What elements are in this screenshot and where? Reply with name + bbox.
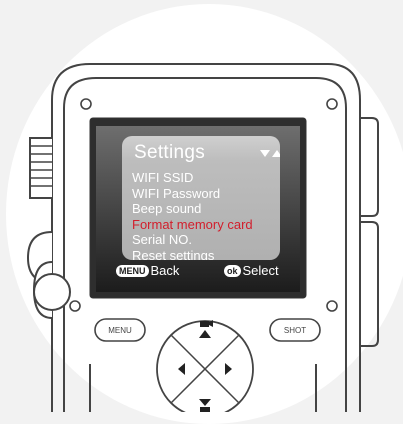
menu-badge: MENU	[116, 264, 149, 277]
lcd-screen: Settings WIFI SSID WIFI Password Beep so…	[96, 126, 300, 292]
shot-button[interactable]: SHOT	[269, 318, 321, 342]
screw-icon	[80, 98, 92, 110]
back-softkey[interactable]: MENU Back	[116, 262, 179, 278]
settings-menu-list: WIFI SSID WIFI Password Beep sound Forma…	[132, 170, 280, 260]
menu-item-serial-no[interactable]: Serial NO.	[132, 232, 280, 248]
menu-item-reset-settings[interactable]: Reset settings	[132, 248, 280, 261]
screw-icon	[69, 300, 81, 312]
panel-title: Settings	[134, 142, 206, 163]
menu-item-format-memory-card[interactable]: Format memory card	[132, 217, 280, 233]
select-softkey[interactable]: ok Select	[224, 262, 279, 278]
video-camera-icon	[200, 321, 209, 327]
dpad[interactable]	[156, 320, 254, 412]
back-label: Back	[150, 263, 180, 279]
menu-button-label[interactable]: MENU	[108, 326, 132, 335]
camera-icon	[200, 407, 210, 412]
shot-button-label[interactable]: SHOT	[284, 326, 306, 335]
ok-badge: ok	[224, 264, 241, 277]
menu-item-wifi-password[interactable]: WIFI Password	[132, 186, 280, 202]
menu-item-beep-sound[interactable]: Beep sound	[132, 201, 280, 217]
sort-triangles-icon	[260, 150, 280, 157]
settings-panel: Settings WIFI SSID WIFI Password Beep so…	[122, 136, 280, 260]
menu-button[interactable]: MENU	[94, 318, 146, 342]
softkey-bar: MENU Back ok Select	[116, 262, 296, 278]
menu-item-wifi-ssid[interactable]: WIFI SSID	[132, 170, 280, 186]
select-label: Select	[242, 263, 279, 279]
screw-icon	[326, 300, 338, 312]
screw-icon	[326, 98, 338, 110]
